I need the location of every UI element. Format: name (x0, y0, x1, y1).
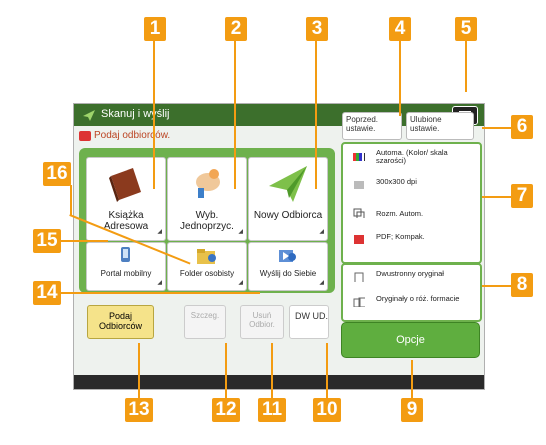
new-destination-label: Nowy Odbiorca (253, 210, 323, 221)
send-icon (83, 110, 95, 121)
mobile-portal-icon (121, 247, 130, 262)
options-button[interactable]: Opcje (341, 322, 480, 358)
chevron-icon: ◢ (157, 280, 162, 286)
send-to-myself-icon (279, 250, 296, 262)
callout-3: 3 (306, 17, 328, 41)
callout-line-8 (482, 285, 512, 287)
callout-10: 10 (313, 398, 341, 422)
scan-size-label: Rozm. Autom. (376, 209, 424, 218)
pdf-icon (354, 235, 364, 244)
send-to-myself-tile[interactable]: Wyślij do Siebie ◢ (248, 242, 328, 291)
callout-line-16a (70, 185, 72, 215)
resolution-setting[interactable]: 300x300 dpi (343, 176, 473, 196)
personal-folder-tile[interactable]: Folder osobisty ◢ (167, 242, 247, 291)
file-format-setting[interactable]: PDF; Kompak. (343, 230, 473, 256)
callout-line-2 (234, 40, 236, 189)
callout-8: 8 (511, 273, 533, 297)
callout-line-6 (482, 127, 512, 129)
callout-line-14 (60, 292, 260, 294)
callout-line-15 (60, 240, 108, 242)
favorite-settings-button[interactable]: Ulubione ustawie. (406, 112, 474, 140)
callout-2: 2 (225, 17, 247, 41)
delete-destination-button[interactable]: Usuń Odbior. (240, 305, 284, 339)
callout-line-1 (153, 40, 155, 189)
callout-14: 14 (33, 281, 61, 305)
warning-icon (79, 131, 91, 141)
paper-plane-icon (269, 166, 307, 202)
callout-line-5 (465, 40, 467, 92)
duplex-label: Dwustronny oryginał (376, 269, 444, 278)
address-book-icon (109, 168, 141, 202)
chevron-icon: ◢ (157, 229, 162, 235)
callout-12: 12 (212, 398, 240, 422)
cc-bcc-button[interactable]: DW UD. (289, 305, 329, 339)
mobile-portal-label: Portal mobilny (100, 269, 152, 278)
chevron-icon: ◢ (319, 280, 324, 286)
callout-6: 6 (511, 115, 533, 139)
send-to-myself-label: Wyślij do Siebie (259, 269, 317, 278)
original-settings-panel[interactable]: Dwustronny oryginał Oryginały o róż. for… (341, 263, 482, 322)
chevron-icon: ◢ (238, 280, 243, 286)
chevron-icon: ◢ (319, 229, 324, 235)
size-icon (353, 208, 365, 218)
callout-16: 16 (43, 162, 71, 186)
file-format-label: PDF; Kompak. (376, 232, 425, 241)
instruction-text: Podaj odbiorców. (94, 130, 171, 141)
mixed-size-icon (353, 297, 365, 307)
address-book-label: Książka Adresowa (103, 210, 149, 232)
resolution-label: 300x300 dpi (376, 177, 417, 186)
window-title: Skanuj i wyślij (101, 108, 170, 120)
callout-11: 11 (258, 398, 286, 422)
callout-line-13 (138, 343, 140, 398)
callout-13: 13 (125, 398, 153, 422)
color-mode-icon (353, 153, 365, 161)
callout-line-4 (399, 40, 401, 116)
callout-5: 5 (455, 17, 477, 41)
one-touch-icon (196, 169, 220, 198)
folder-icon (197, 249, 216, 264)
duplex-setting[interactable]: Dwustronny oryginał (343, 268, 473, 290)
previous-settings-button[interactable]: Poprzed. ustawie. (342, 112, 402, 140)
duplex-icon (354, 272, 364, 282)
one-touch-label: Wyb. Jednoprzyc. (180, 210, 234, 232)
callout-line-11 (271, 343, 273, 398)
callout-line-10 (326, 343, 328, 398)
personal-folder-label: Folder osobisty (179, 269, 235, 278)
callout-line-3 (315, 40, 317, 189)
callout-line-7 (482, 196, 512, 198)
callout-9: 9 (401, 398, 423, 422)
device-screen: Skanuj i wyślij Podaj odbiorców. Poprzed… (73, 103, 485, 390)
callout-line-9 (411, 360, 413, 398)
scan-size-setting[interactable]: Rozm. Autom. (343, 206, 473, 226)
resolution-icon (354, 181, 364, 189)
settings-panel[interactable]: Automa. (Kolor/ skala szarości) 300x300 … (341, 142, 482, 264)
callout-15: 15 (33, 229, 61, 253)
color-mode-label: Automa. (Kolor/ skala szarości) (376, 148, 448, 165)
color-mode-setting[interactable]: Automa. (Kolor/ skala szarości) (343, 148, 473, 170)
callout-4: 4 (389, 17, 411, 41)
status-bar (74, 375, 484, 389)
mixed-size-label: Oryginały o róż. formacie (376, 294, 460, 303)
details-button[interactable]: Szczeg. (184, 305, 226, 339)
callout-line-12 (225, 343, 227, 398)
specify-destinations-button[interactable]: Podaj Odbiorców (87, 305, 154, 339)
chevron-icon: ◢ (238, 229, 243, 235)
callout-1: 1 (144, 17, 166, 41)
mixed-size-setting[interactable]: Oryginały o róż. formacie (343, 293, 473, 315)
callout-7: 7 (511, 184, 533, 208)
